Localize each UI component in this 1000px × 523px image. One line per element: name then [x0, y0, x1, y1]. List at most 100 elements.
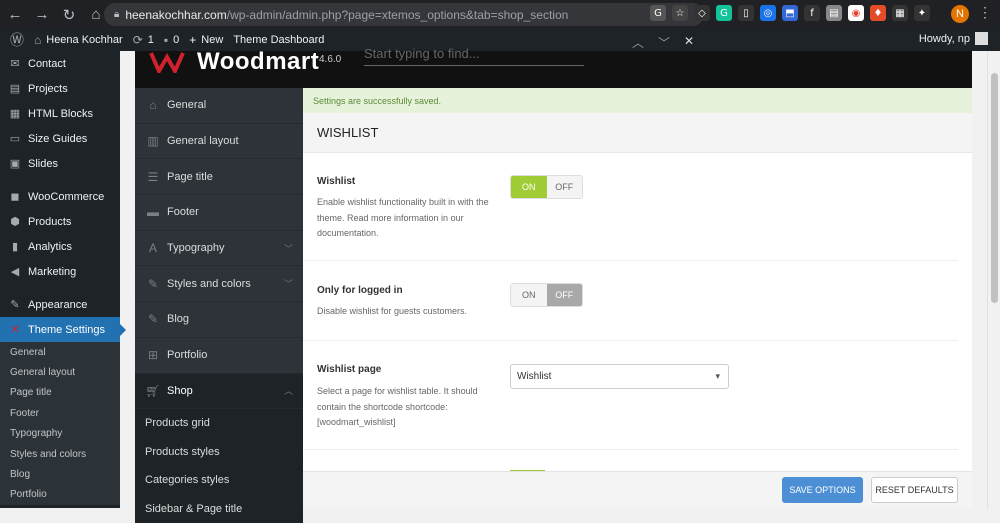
wp-menu-item-woocommerce[interactable]: ◼ WooCommerce — [0, 184, 120, 209]
wp-menu-item-slides[interactable]: ▣ Slides — [0, 151, 120, 176]
shop-submenu-item[interactable]: Sidebar & Page title — [135, 494, 303, 522]
forward-icon[interactable]: → — [30, 3, 54, 27]
extension-icon[interactable]: ♦ — [870, 5, 886, 21]
wp-menu-item-marketing[interactable]: ◀ Marketing — [0, 259, 120, 284]
extension-icon[interactable]: ▤ — [826, 5, 842, 21]
theme-version: 4.6.0 — [319, 54, 342, 65]
options-menu-item-shop[interactable]: 🛒︎ Shop ︿ — [135, 373, 303, 410]
select-value: Wishlist — [517, 371, 552, 382]
extension-icon[interactable]: ▦ — [892, 5, 908, 21]
options-search-input[interactable]: Start typing to find... — [364, 45, 584, 66]
page-scrollbar[interactable] — [987, 51, 1000, 508]
new-label: New — [201, 34, 224, 46]
wp-submenu-item[interactable]: Typography — [0, 424, 120, 444]
scrollbar-thumb[interactable] — [991, 73, 998, 303]
woo-icon: ◼ — [10, 191, 20, 203]
chevron-down-icon: ﹀ — [283, 243, 293, 254]
section-title: WISHLIST — [303, 113, 972, 153]
wp-menu-item-projects[interactable]: ▤ Projects — [0, 76, 120, 101]
options-menu-label: General layout — [167, 135, 239, 148]
profile-avatar[interactable]: N — [951, 5, 969, 23]
options-menu-label: Typography — [167, 242, 225, 255]
wp-submenu-item[interactable]: Styles and colors — [0, 444, 120, 464]
chevron-up-icon[interactable]: ︿ — [632, 34, 644, 51]
updates-link[interactable]: ⟳ 1 — [133, 33, 154, 47]
shop-submenu-item[interactable]: Products styles — [135, 438, 303, 466]
reset-defaults-button[interactable]: RESET DEFAULTS — [871, 477, 958, 503]
options-menu-item-typography[interactable]: A Typography ﹀ — [135, 231, 303, 267]
options-menu-item-page-title[interactable]: ☰ Page title — [135, 159, 303, 196]
star-icon[interactable]: ☆ — [672, 5, 688, 21]
wp-menu-item-products[interactable]: ⬢ Products — [0, 209, 120, 234]
toggle-on[interactable]: ON — [511, 176, 547, 198]
options-menu-item-general-layout[interactable]: ▥ General layout — [135, 124, 303, 160]
wishlist-page-select[interactable]: Wishlist ▾ — [510, 364, 729, 389]
wp-submenu-item[interactable]: General layout — [0, 362, 120, 382]
options-menu-item-general[interactable]: ⌂ General — [135, 88, 303, 124]
toggle-on[interactable]: ON — [511, 284, 547, 306]
wp-submenu-item[interactable]: Page title — [0, 383, 120, 403]
wp-menu-label: Appearance — [28, 298, 88, 311]
options-menu-item-blog[interactable]: ✎ Blog — [135, 302, 303, 338]
wp-logo-icon[interactable]: Ⓦ — [10, 30, 24, 50]
lock-icon: 🔒︎ — [114, 9, 120, 20]
folder-icon: ▤ — [9, 83, 21, 95]
theme-dashboard-link[interactable]: Theme Dashboard — [233, 34, 324, 46]
shop-submenu-item[interactable]: Products grid — [135, 409, 303, 437]
wishlist-toggle[interactable]: ON OFF — [510, 175, 583, 199]
wp-menu-item-contact[interactable]: ✉ Contact — [0, 51, 120, 76]
address-bar[interactable]: 🔒︎ heenakochhar.com /wp-admin/admin.php?… — [104, 3, 704, 26]
toggle-off[interactable]: OFF — [546, 176, 582, 198]
wp-submenu-item[interactable]: General — [0, 342, 120, 362]
extension-icon[interactable]: ◎ — [760, 5, 776, 21]
field-wishlist-page: Wishlist page Select a page for wishlist… — [303, 342, 958, 450]
wp-menu-item-html-blocks[interactable]: ▦ HTML Blocks — [0, 101, 120, 126]
wp-menu-item-analytics[interactable]: ▮ Analytics — [0, 234, 120, 259]
extension-icon[interactable]: ◇ — [694, 5, 710, 21]
wp-submenu-item[interactable]: Blog — [0, 464, 120, 484]
extension-icon[interactable]: ⬒ — [782, 5, 798, 21]
wp-submenu-item[interactable]: Footer — [0, 403, 120, 423]
close-icon[interactable]: ✕ — [684, 34, 694, 51]
wp-menu-label: Projects — [28, 82, 68, 95]
field-description: Enable wishlist functionality built in w… — [317, 197, 489, 238]
theme-icon: ✕ — [10, 324, 20, 336]
theme-name: Woodmart — [197, 48, 320, 75]
translate-icon[interactable]: G — [650, 5, 666, 21]
woodmart-logo-icon — [149, 51, 185, 76]
logged-in-toggle[interactable]: ON OFF — [510, 283, 583, 307]
grammarly-icon[interactable]: G — [716, 5, 732, 21]
chevron-down-icon[interactable]: ﹀ — [658, 34, 670, 51]
my-account[interactable]: Howdy, np — [919, 32, 988, 45]
comments-count: 0 — [173, 34, 180, 46]
title-icon: ☰ — [147, 169, 159, 184]
options-menu-item-styles-and-colors[interactable]: ✎ Styles and colors ﹀ — [135, 266, 303, 303]
options-menu-item-portfolio[interactable]: ⊞ Portfolio — [135, 338, 303, 374]
options-menu-item-footer[interactable]: ▬ Footer — [135, 195, 303, 231]
extension-icon[interactable]: f — [804, 5, 820, 21]
comments-link[interactable]: ▪ 0 — [164, 33, 179, 47]
brush-icon: ✎ — [147, 276, 159, 291]
blog-icon: ✎ — [147, 312, 159, 327]
wp-submenu-item[interactable]: Portfolio — [0, 485, 120, 505]
cart-icon: 🛒︎ — [145, 383, 161, 398]
wp-menu-item-appearance[interactable]: ✎ Appearance — [0, 292, 120, 317]
site-name-link[interactable]: ⌂ Heena Kochhar — [34, 33, 123, 47]
toggle-off[interactable]: OFF — [546, 284, 582, 306]
updates-count: 1 — [147, 34, 154, 46]
wp-menu-item-size-guides[interactable]: ▭ Size Guides — [0, 126, 120, 151]
back-icon[interactable]: ← — [3, 3, 27, 27]
wp-menu-label: Marketing — [28, 265, 77, 278]
new-content-link[interactable]: + New — [189, 33, 223, 47]
chevron-up-icon: ︿ — [283, 386, 293, 397]
chrome-icon[interactable]: ◉ — [848, 5, 864, 21]
mail-icon: ✉ — [10, 58, 20, 70]
puzzle-icon[interactable]: ✦ — [914, 5, 930, 21]
shop-submenu-item[interactable]: Categories styles — [135, 466, 303, 494]
save-options-button[interactable]: SAVE OPTIONS — [782, 477, 863, 503]
wp-menu-item-theme-settings[interactable]: ✕ Theme Settings — [0, 317, 126, 342]
plus-icon: + — [189, 33, 197, 47]
browser-menu-icon[interactable]: ⋮ — [978, 4, 992, 21]
reload-icon[interactable]: ↻ — [57, 3, 81, 27]
phone-icon[interactable]: ▯ — [738, 5, 754, 21]
